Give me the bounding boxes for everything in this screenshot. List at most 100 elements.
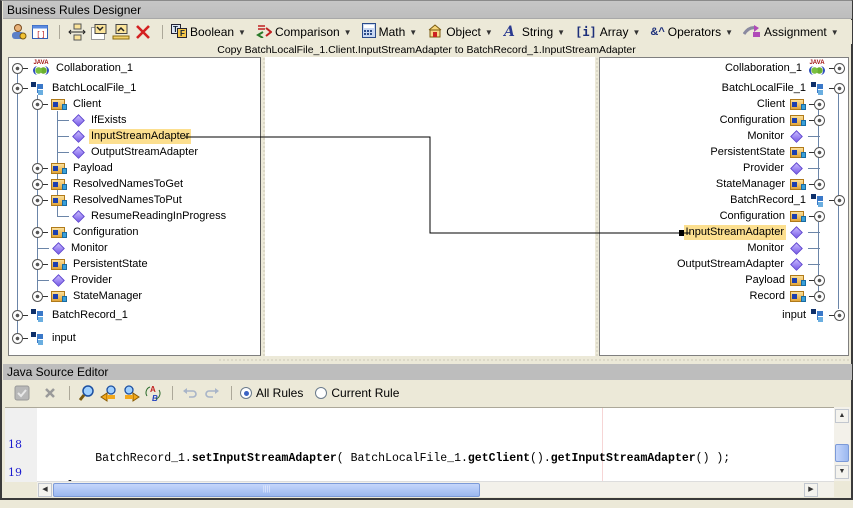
- tree-node-label[interactable]: Client: [71, 97, 103, 112]
- source-tree-node[interactable]: ResumeReadingInProgress: [57, 208, 228, 224]
- tree-node-label[interactable]: ResolvedNamesToGet: [71, 177, 185, 192]
- tree-node-label[interactable]: Configuration: [718, 113, 787, 128]
- current-rule-radio-dot[interactable]: [315, 387, 328, 399]
- editor-splitter[interactable]: [218, 358, 850, 362]
- destination-tree-node[interactable]: Monitor: [745, 128, 825, 144]
- destination-tree-node[interactable]: Configuration: [718, 112, 825, 128]
- expand-toggle-icon[interactable]: [12, 332, 23, 344]
- expand-toggle-icon[interactable]: [32, 258, 43, 270]
- tree-node-label[interactable]: PersistentState: [708, 145, 787, 160]
- destination-tree-node[interactable]: StateManager: [714, 176, 825, 192]
- redo-icon[interactable]: [203, 384, 221, 402]
- tree-node-label[interactable]: StateManager: [714, 177, 787, 192]
- source-tree-node[interactable]: BatchLocalFile_1: [12, 80, 138, 96]
- all-rules-radio[interactable]: All Rules: [240, 386, 303, 400]
- expand-toggle-icon[interactable]: [32, 290, 43, 302]
- object-menu[interactable]: Object ▼: [427, 22, 493, 42]
- array-menu[interactable]: [i] Array ▼: [575, 22, 640, 42]
- tree-node-label[interactable]: BatchRecord_1: [50, 308, 130, 323]
- vertical-scrollbar[interactable]: ▲ ▼: [834, 407, 850, 481]
- expand-toggle-icon[interactable]: [814, 290, 825, 302]
- source-tree-node[interactable]: Provider: [37, 272, 114, 288]
- source-tree-node[interactable]: ResolvedNamesToPut: [32, 192, 184, 208]
- tree-node-label[interactable]: Monitor: [745, 241, 786, 256]
- tree-node-label[interactable]: Payload: [743, 273, 787, 288]
- move-up-icon[interactable]: [112, 23, 130, 41]
- destination-tree-node[interactable]: Configuration: [718, 208, 825, 224]
- source-view-icon[interactable]: []: [31, 23, 49, 41]
- tree-node-label[interactable]: Collaboration_1: [54, 61, 135, 76]
- code-line[interactable]: 19 }: [5, 452, 75, 493]
- comparison-menu[interactable]: Comparison ▼: [256, 22, 352, 42]
- source-tree-node[interactable]: Client: [32, 96, 103, 112]
- tree-node-label[interactable]: InputStreamAdapter: [683, 224, 786, 240]
- move-rule-icon[interactable]: [68, 23, 86, 41]
- code-line[interactable]: 18 BatchRecord_1.setInputStreamAdapter( …: [5, 424, 730, 465]
- horizontal-scroll-thumb[interactable]: ||||: [53, 483, 480, 497]
- tree-node-label[interactable]: IfExists: [89, 113, 128, 128]
- expand-toggle-icon[interactable]: [12, 82, 23, 94]
- tree-node-label[interactable]: ResumeReadingInProgress: [89, 209, 228, 224]
- destination-tree-node[interactable]: Monitor: [745, 240, 825, 256]
- source-tree-node[interactable]: InputStreamAdapter: [57, 128, 192, 144]
- source-tree-node[interactable]: Monitor: [37, 240, 110, 256]
- tree-node-label[interactable]: ResolvedNamesToPut: [71, 193, 184, 208]
- destination-tree-node[interactable]: BatchRecord_1: [728, 192, 845, 208]
- destination-tree-node[interactable]: Provider: [741, 160, 825, 176]
- destination-tree-node[interactable]: OutputStreamAdapter: [675, 256, 825, 272]
- expand-toggle-icon[interactable]: [32, 162, 43, 174]
- tree-node-label[interactable]: input: [50, 331, 78, 346]
- expand-toggle-icon[interactable]: [834, 82, 845, 94]
- scroll-left-button[interactable]: ◀: [38, 483, 52, 497]
- expand-toggle-icon[interactable]: [12, 309, 23, 321]
- tree-node-label[interactable]: InputStreamAdapter: [89, 128, 192, 144]
- all-rules-radio-dot[interactable]: [240, 387, 252, 399]
- tree-node-label[interactable]: Monitor: [745, 129, 786, 144]
- expand-toggle-icon[interactable]: [834, 194, 845, 206]
- move-down-icon[interactable]: [90, 23, 108, 41]
- horizontal-scrollbar[interactable]: ◀ |||| ▶: [37, 481, 834, 497]
- math-menu[interactable]: Math ▼: [361, 22, 417, 42]
- tree-node-label[interactable]: BatchLocalFile_1: [720, 81, 808, 96]
- find-icon[interactable]: [78, 384, 96, 402]
- find-previous-icon[interactable]: [100, 384, 118, 402]
- boolean-menu[interactable]: TF Boolean ▼: [171, 22, 246, 42]
- destination-tree-node[interactable]: Client: [755, 96, 825, 112]
- expand-toggle-icon[interactable]: [814, 146, 825, 158]
- expand-toggle-icon[interactable]: [814, 210, 825, 222]
- expand-toggle-icon[interactable]: [32, 226, 43, 238]
- expand-toggle-icon[interactable]: [814, 114, 825, 126]
- scroll-up-button[interactable]: ▲: [835, 409, 849, 423]
- source-tree-node[interactable]: OutputStreamAdapter: [57, 144, 200, 160]
- scroll-down-button[interactable]: ▼: [835, 465, 849, 479]
- expand-toggle-icon[interactable]: [32, 194, 43, 206]
- expand-toggle-icon[interactable]: [32, 178, 43, 190]
- tree-node-label[interactable]: OutputStreamAdapter: [89, 145, 200, 160]
- assignment-menu[interactable]: Assignment ▼: [742, 22, 839, 42]
- validate-icon[interactable]: [13, 384, 31, 402]
- find-next-icon[interactable]: [122, 384, 140, 402]
- expand-toggle-icon[interactable]: [814, 274, 825, 286]
- tree-node-label[interactable]: PersistentState: [71, 257, 150, 272]
- replace-icon[interactable]: AB: [144, 384, 162, 402]
- tree-node-label[interactable]: Provider: [741, 161, 786, 176]
- undo-icon[interactable]: [181, 384, 199, 402]
- delete-icon[interactable]: [134, 23, 152, 41]
- destination-tree-node[interactable]: Record: [748, 288, 825, 304]
- destination-tree-node[interactable]: PersistentState: [708, 144, 825, 160]
- tree-node-label[interactable]: OutputStreamAdapter: [675, 257, 786, 272]
- tree-node-label[interactable]: Provider: [69, 273, 114, 288]
- rule-properties-icon[interactable]: [9, 23, 27, 41]
- expand-toggle-icon[interactable]: [12, 62, 23, 74]
- tree-node-label[interactable]: BatchLocalFile_1: [50, 81, 138, 96]
- tree-node-label[interactable]: Client: [755, 97, 787, 112]
- tree-node-label[interactable]: input: [780, 308, 808, 323]
- operators-menu[interactable]: &^ Operators ▼: [650, 22, 733, 42]
- expand-toggle-icon[interactable]: [814, 178, 825, 190]
- destination-tree-node[interactable]: Payload: [743, 272, 825, 288]
- destination-tree-node[interactable]: Collaboration_1 JAVA: [723, 60, 845, 76]
- tree-node-label[interactable]: StateManager: [71, 289, 144, 304]
- expand-toggle-icon[interactable]: [814, 98, 825, 110]
- scroll-right-button[interactable]: ▶: [804, 483, 818, 497]
- code-editor[interactable]: 18 BatchRecord_1.setInputStreamAdapter( …: [5, 407, 834, 493]
